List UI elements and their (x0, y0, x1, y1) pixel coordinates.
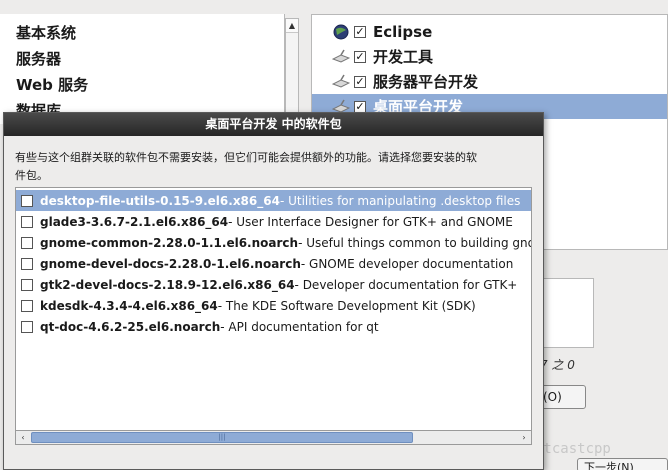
package-description: - GNOME developer documentation (300, 256, 514, 271)
package-name: kdesdk-4.3.4-4.el6.x86_64 (40, 298, 218, 313)
package-name: gnome-devel-docs-2.28.0-1.el6.noarch (40, 256, 301, 271)
group-checkbox[interactable]: ✓ (354, 75, 366, 88)
optional-package-count: 7 之 0 (540, 358, 575, 372)
dialog-title: 桌面平台开发 中的软件包 (4, 113, 543, 136)
group-checkbox[interactable]: ✓ (354, 50, 366, 63)
category-item-servers[interactable]: 服务器 (16, 48, 61, 69)
package-list-hscrollbar[interactable]: ‹ ||| › (15, 431, 532, 445)
group-label: 服务器平台开发 (373, 73, 479, 91)
next-button[interactable]: 下一步(N) (577, 458, 668, 470)
optional-packages-button[interactable]: (O) (538, 385, 586, 409)
package-name: desktop-file-utils-0.15-9.el6.x86_64 (40, 193, 280, 208)
group-item-eclipse[interactable]: ✓ Eclipse (312, 19, 667, 44)
package-name: gtk2-devel-docs-2.18.9-12.el6.x86_64 (40, 277, 295, 292)
package-icon (332, 73, 350, 91)
package-checkbox[interactable] (21, 299, 33, 312)
group-label: 开发工具 (373, 48, 434, 66)
group-item-dev-tools[interactable]: ✓ 开发工具 (312, 44, 667, 69)
group-label: Eclipse (373, 22, 433, 41)
package-checkbox[interactable] (21, 194, 33, 207)
package-checkbox[interactable] (21, 320, 33, 333)
category-list[interactable]: 基本系统 服务器 Web 服务 数据库 ▲ (0, 14, 299, 124)
package-row[interactable]: qt-doc-4.6.2-25.el6.noarch - API documen… (16, 316, 531, 337)
package-row[interactable]: kdesdk-4.3.4-4.el6.x86_64 - The KDE Soft… (16, 295, 531, 316)
package-description: - API documentation for qt (220, 319, 379, 334)
package-checkbox[interactable] (21, 278, 33, 291)
package-description: - The KDE Software Development Kit (SDK) (217, 298, 476, 313)
dialog-description: 有些与这个组群关联的软件包不需要安装，但它们可能会提供额外的功能。请选择您要安装… (15, 151, 477, 182)
scrollbar-thumb[interactable]: ||| (31, 432, 413, 443)
group-checkbox[interactable]: ✓ (354, 100, 366, 113)
eclipse-globe-icon (332, 23, 350, 41)
package-checkbox[interactable] (21, 257, 33, 270)
package-name: gnome-common-2.28.0-1.1.el6.noarch (40, 235, 299, 250)
scroll-right-icon[interactable]: › (517, 431, 531, 444)
category-item-base-system[interactable]: 基本系统 (16, 22, 76, 43)
package-row[interactable]: gnome-common-2.28.0-1.1.el6.noarch - Use… (16, 232, 531, 253)
scroll-left-icon[interactable]: ‹ (16, 431, 30, 444)
package-description: - User Interface Designer for GTK+ and G… (228, 214, 513, 229)
package-row[interactable]: glade3-3.6.7-2.1.el6.x86_64 - User Inter… (16, 211, 531, 232)
package-list[interactable]: desktop-file-utils-0.15-9.el6.x86_64 - U… (15, 187, 532, 431)
package-name: glade3-3.6.7-2.1.el6.x86_64 (40, 214, 229, 229)
group-description-panel (540, 278, 594, 348)
scroll-up-icon[interactable]: ▲ (286, 19, 298, 33)
category-item-web-services[interactable]: Web 服务 (16, 74, 88, 95)
package-name: qt-doc-4.6.2-25.el6.noarch (40, 319, 221, 334)
group-item-server-platform-dev[interactable]: ✓ 服务器平台开发 (312, 69, 667, 94)
package-description: - Useful things common to building gno (298, 235, 531, 250)
package-row[interactable]: gnome-devel-docs-2.28.0-1.el6.noarch - G… (16, 253, 531, 274)
package-checkbox[interactable] (21, 236, 33, 249)
package-description: - Developer documentation for GTK+ (294, 277, 518, 292)
packages-dialog: 桌面平台开发 中的软件包 有些与这个组群关联的软件包不需要安装，但它们可能会提供… (3, 112, 544, 470)
package-icon (332, 48, 350, 66)
group-checkbox[interactable]: ✓ (354, 25, 366, 38)
package-description: - Utilities for manipulating .desktop fi… (279, 193, 521, 208)
category-list-scrollbar[interactable]: ▲ (285, 18, 299, 124)
package-row[interactable]: desktop-file-utils-0.15-9.el6.x86_64 - U… (16, 190, 531, 211)
package-checkbox[interactable] (21, 215, 33, 228)
package-row[interactable]: gtk2-devel-docs-2.18.9-12.el6.x86_64 - D… (16, 274, 531, 295)
